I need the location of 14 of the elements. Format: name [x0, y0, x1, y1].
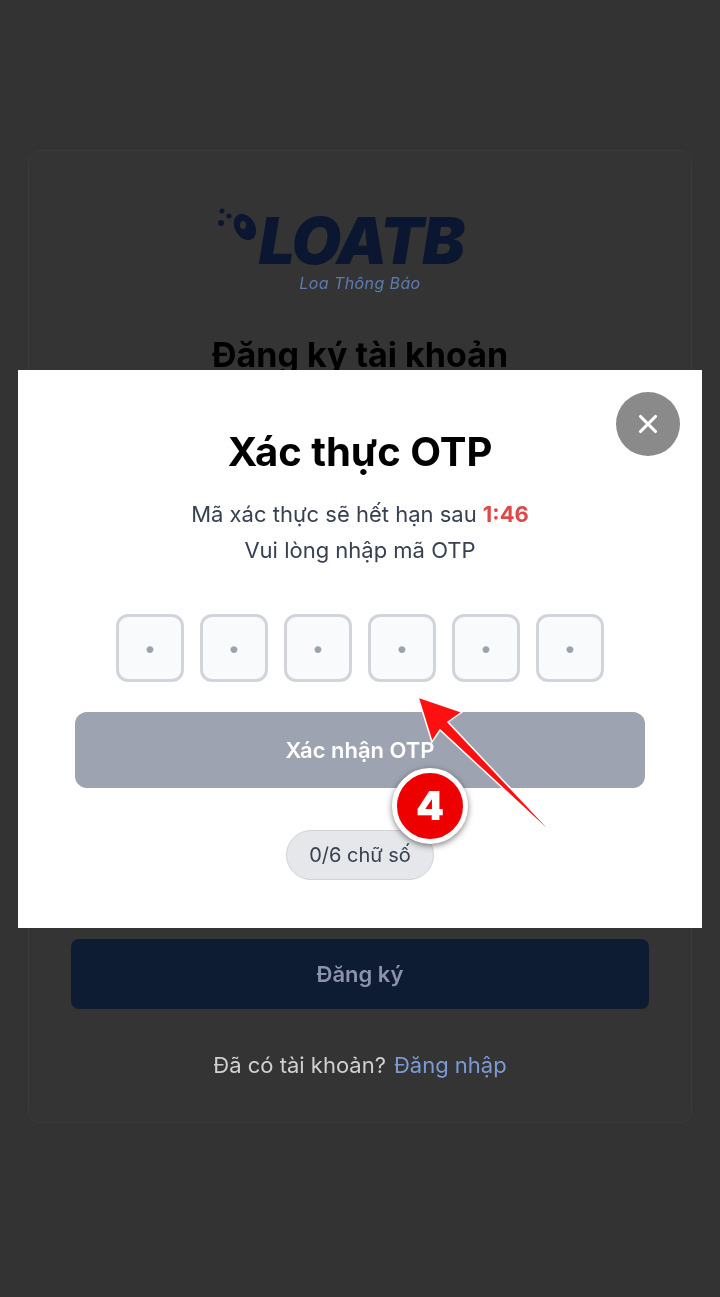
digit-counter: 0/6 chữ số: [286, 830, 434, 880]
instruction-text: Vui lòng nhập mã OTP: [244, 536, 476, 565]
otp-digit-field[interactable]: •: [368, 614, 436, 682]
account-prompt: Đã có tài khoản?: [213, 1051, 386, 1080]
otp-digit-field[interactable]: •: [284, 614, 352, 682]
otp-digit-field[interactable]: •: [536, 614, 604, 682]
register-button[interactable]: Đăng ký: [71, 939, 649, 1009]
logo-tagline: Loa Thông Báo: [299, 273, 421, 293]
login-link[interactable]: Đăng nhập: [393, 1049, 507, 1082]
otp-digit-field[interactable]: •: [200, 614, 268, 682]
dialog-title: Xác thực OTP: [227, 426, 493, 478]
expiry-text: Mã xác thực sẽ hết hạn sau 1:46: [191, 500, 529, 529]
otp-digit-field[interactable]: •: [116, 614, 184, 682]
otp-digit-field[interactable]: •: [452, 614, 520, 682]
